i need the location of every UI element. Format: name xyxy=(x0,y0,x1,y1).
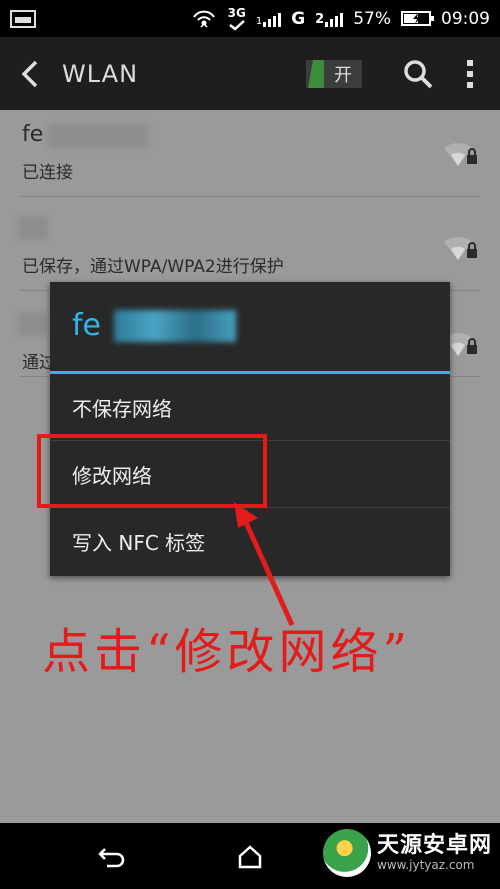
site-watermark: 天源安卓网 www.jytyaz.com xyxy=(322,829,492,877)
battery-icon xyxy=(401,11,434,26)
signal-strength-2-icon xyxy=(325,11,344,27)
network-3g-label: 3G xyxy=(227,5,246,20)
redacted-name xyxy=(18,312,48,336)
toggle-on-indicator xyxy=(306,59,324,88)
home-icon xyxy=(238,845,262,869)
check-icon xyxy=(228,19,245,31)
battery-percent: 57% xyxy=(353,8,391,29)
network-row[interactable]: fe 已连接 xyxy=(0,110,500,196)
image-notification-icon xyxy=(10,9,36,28)
wifi-lock-icon xyxy=(444,236,477,260)
page-title: WLAN xyxy=(62,59,139,88)
clock: 09:09 xyxy=(441,8,490,29)
overflow-menu-button[interactable] xyxy=(448,37,492,110)
action-bar: WLAN 开 xyxy=(0,37,500,110)
network-g-label: G xyxy=(291,8,306,29)
forget-network-option[interactable]: 不保存网络 xyxy=(50,374,450,440)
redacted-ssid xyxy=(114,310,236,342)
search-button[interactable] xyxy=(388,37,448,110)
divider xyxy=(20,196,480,197)
wifi-hotspot-icon xyxy=(192,10,215,28)
redacted-name xyxy=(18,216,48,240)
status-bar: 3G 1 G 2 57% 09:09 xyxy=(0,0,500,37)
chevron-left-icon xyxy=(21,60,38,87)
wifi-lock-icon xyxy=(444,142,477,166)
network-status: 已连接 xyxy=(22,163,73,183)
watermark-logo-icon xyxy=(322,829,371,877)
watermark-url: www.jytyaz.com xyxy=(376,857,475,872)
toggle-label: 开 xyxy=(334,64,352,86)
network-row[interactable]: 已保存，通过WPA/WPA2进行保护 xyxy=(0,204,500,290)
redacted-name xyxy=(48,124,148,148)
network-name: fe xyxy=(22,122,44,147)
back-arrow-icon xyxy=(98,848,125,868)
nav-home-button[interactable] xyxy=(230,837,270,877)
more-vertical-icon xyxy=(467,59,473,88)
navigation-bar: 天源安卓网 www.jytyaz.com xyxy=(0,823,500,889)
dialog-title: fe xyxy=(72,308,102,343)
search-icon xyxy=(404,59,433,88)
signal-strength-icon xyxy=(263,11,282,27)
sim2-label: 2 xyxy=(315,11,325,27)
annotation-arrow-icon xyxy=(234,502,295,627)
nav-back-button[interactable] xyxy=(92,837,132,877)
annotation-text: 点击“修改网络” xyxy=(42,624,412,680)
highlight-box xyxy=(37,434,267,508)
back-button[interactable] xyxy=(8,37,52,110)
network-status: 已保存，通过WPA/WPA2进行保护 xyxy=(22,257,284,277)
wlan-toggle[interactable]: 开 xyxy=(306,59,362,88)
charging-bolt-icon xyxy=(413,13,421,24)
watermark-name: 天源安卓网 xyxy=(376,833,492,859)
